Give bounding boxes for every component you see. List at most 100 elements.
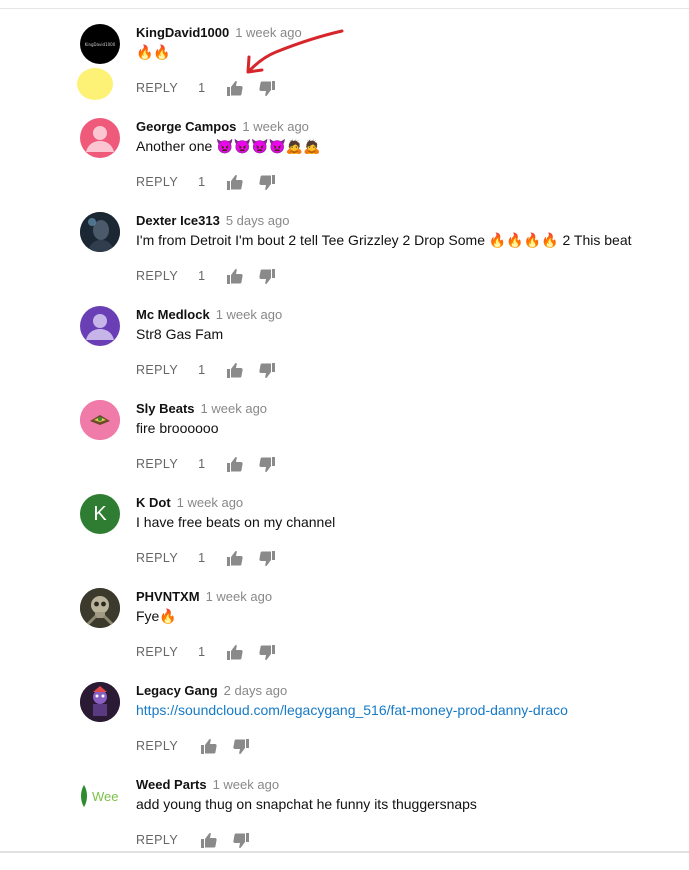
comment-actions: REPLY 1 [136, 548, 276, 568]
thumbs-down-icon [233, 832, 250, 848]
like-button[interactable] [226, 549, 244, 567]
reply-button[interactable]: REPLY [136, 363, 178, 377]
dislike-button[interactable] [258, 267, 276, 285]
avatar[interactable]: K [80, 494, 120, 534]
photo-avatar-icon [80, 212, 120, 252]
like-button[interactable] [226, 173, 244, 191]
avatar[interactable] [80, 400, 120, 440]
thumbs-up-icon [227, 456, 243, 472]
comment-time[interactable]: 1 week ago [177, 495, 244, 510]
comment-item: PHVNTXM 1 week ago Fye🔥 REPLY 1 [0, 588, 689, 682]
comment-time[interactable]: 5 days ago [226, 213, 290, 228]
comment-header: Sly Beats 1 week ago [136, 400, 267, 418]
reply-button[interactable]: REPLY [136, 739, 178, 753]
comment-header: K Dot 1 week ago [136, 494, 243, 512]
author-name[interactable]: George Campos [136, 119, 236, 134]
comment-actions: REPLY 1 [136, 172, 276, 192]
comment-time[interactable]: 1 week ago [206, 589, 273, 604]
like-button[interactable] [226, 361, 244, 379]
avatar[interactable] [80, 588, 120, 628]
skull-avatar-icon [80, 588, 120, 628]
comment-text: add young thug on snapchat he funny its … [136, 796, 477, 812]
author-name[interactable]: Weed Parts [136, 777, 207, 792]
comment-text: fire broooooo [136, 420, 219, 436]
reply-button[interactable]: REPLY [136, 645, 178, 659]
reply-button[interactable]: REPLY [136, 175, 178, 189]
like-count: 1 [198, 363, 206, 377]
dislike-button[interactable] [258, 361, 276, 379]
author-name[interactable]: Sly Beats [136, 401, 195, 416]
like-count: 1 [198, 645, 206, 659]
like-count: 1 [198, 175, 206, 189]
comment-time[interactable]: 2 days ago [224, 683, 288, 698]
comment-header: Legacy Gang 2 days ago [136, 682, 287, 700]
comment-header: PHVNTXM 1 week ago [136, 588, 272, 606]
avatar[interactable] [80, 118, 120, 158]
thumbs-down-icon [259, 174, 276, 190]
thumbs-down-icon [259, 362, 276, 378]
dislike-button[interactable] [232, 831, 250, 849]
thumbs-up-icon [227, 268, 243, 284]
comment-actions: REPLY 1 [136, 266, 276, 286]
avatar-letter: K [93, 502, 107, 525]
comment-item: Sly Beats 1 week ago fire broooooo REPLY … [0, 400, 689, 494]
like-count: 1 [198, 457, 206, 471]
comment-time[interactable]: 1 week ago [213, 777, 280, 792]
dislike-button[interactable] [258, 173, 276, 191]
dislike-button[interactable] [258, 549, 276, 567]
comment-actions: REPLY 1 [136, 642, 276, 662]
dislike-button[interactable] [232, 737, 250, 755]
thumbs-up-icon [201, 832, 217, 848]
comment-item: Mc Medlock 1 week ago Str8 Gas Fam REPLY … [0, 306, 689, 400]
avatar[interactable]: Wee [80, 776, 120, 816]
author-name[interactable]: PHVNTXM [136, 589, 200, 604]
reply-button[interactable]: REPLY [136, 269, 178, 283]
comment-time[interactable]: 1 week ago [242, 119, 309, 134]
reply-button[interactable]: REPLY [136, 833, 178, 847]
like-button[interactable] [200, 737, 218, 755]
avatar[interactable] [80, 212, 120, 252]
comment-text: I'm from Detroit I'm bout 2 tell Tee Gri… [136, 232, 632, 248]
like-button[interactable] [200, 831, 218, 849]
avatar[interactable] [80, 306, 120, 346]
comment-actions: REPLY 1 [136, 360, 276, 380]
thumbs-down-icon [233, 738, 250, 754]
thumbs-down-icon [259, 456, 276, 472]
comment-header: Mc Medlock 1 week ago [136, 306, 282, 324]
comment-item: George Campos 1 week ago Another one 👿👿👿👿… [0, 118, 689, 212]
comment-text: Another one 👿👿👿👿🙇🙇 [136, 138, 321, 154]
comment-time[interactable]: 1 week ago [201, 401, 268, 416]
author-name[interactable]: Dexter Ice313 [136, 213, 220, 228]
author-name[interactable]: Mc Medlock [136, 307, 210, 322]
like-button[interactable] [226, 79, 244, 97]
comment-actions: REPLY [136, 736, 250, 756]
reply-button[interactable]: REPLY [136, 551, 178, 565]
default-avatar-icon [86, 314, 114, 340]
like-button[interactable] [226, 455, 244, 473]
comment-link[interactable]: https://soundcloud.com/legacygang_516/fa… [136, 702, 568, 718]
dislike-button[interactable] [258, 643, 276, 661]
like-button[interactable] [226, 643, 244, 661]
comment-item: Dexter Ice313 5 days ago I'm from Detroit… [0, 212, 689, 306]
reply-button[interactable]: REPLY [136, 457, 178, 471]
author-name[interactable]: K Dot [136, 495, 171, 510]
comment-item: K K Dot 1 week ago I have free beats on m… [0, 494, 689, 588]
like-count: 1 [198, 551, 206, 565]
like-button[interactable] [226, 267, 244, 285]
comment-actions: REPLY [136, 830, 250, 850]
thumbs-up-icon [227, 80, 243, 96]
bottom-divider [0, 851, 689, 853]
comment-header: Weed Parts 1 week ago [136, 776, 279, 794]
annotation-arrow-icon [246, 29, 344, 74]
thumbs-down-icon [259, 550, 276, 566]
dislike-button[interactable] [258, 455, 276, 473]
thumbs-down-icon [259, 268, 276, 284]
comment-header: George Campos 1 week ago [136, 118, 309, 136]
author-name[interactable]: Legacy Gang [136, 683, 218, 698]
comment-header: Dexter Ice313 5 days ago [136, 212, 289, 230]
comment-time[interactable]: 1 week ago [216, 307, 283, 322]
avatar[interactable] [80, 682, 120, 722]
thumbs-up-icon [227, 174, 243, 190]
character-avatar-icon [80, 682, 120, 722]
comment-item: Legacy Gang 2 days ago https://soundcloud… [0, 682, 689, 776]
